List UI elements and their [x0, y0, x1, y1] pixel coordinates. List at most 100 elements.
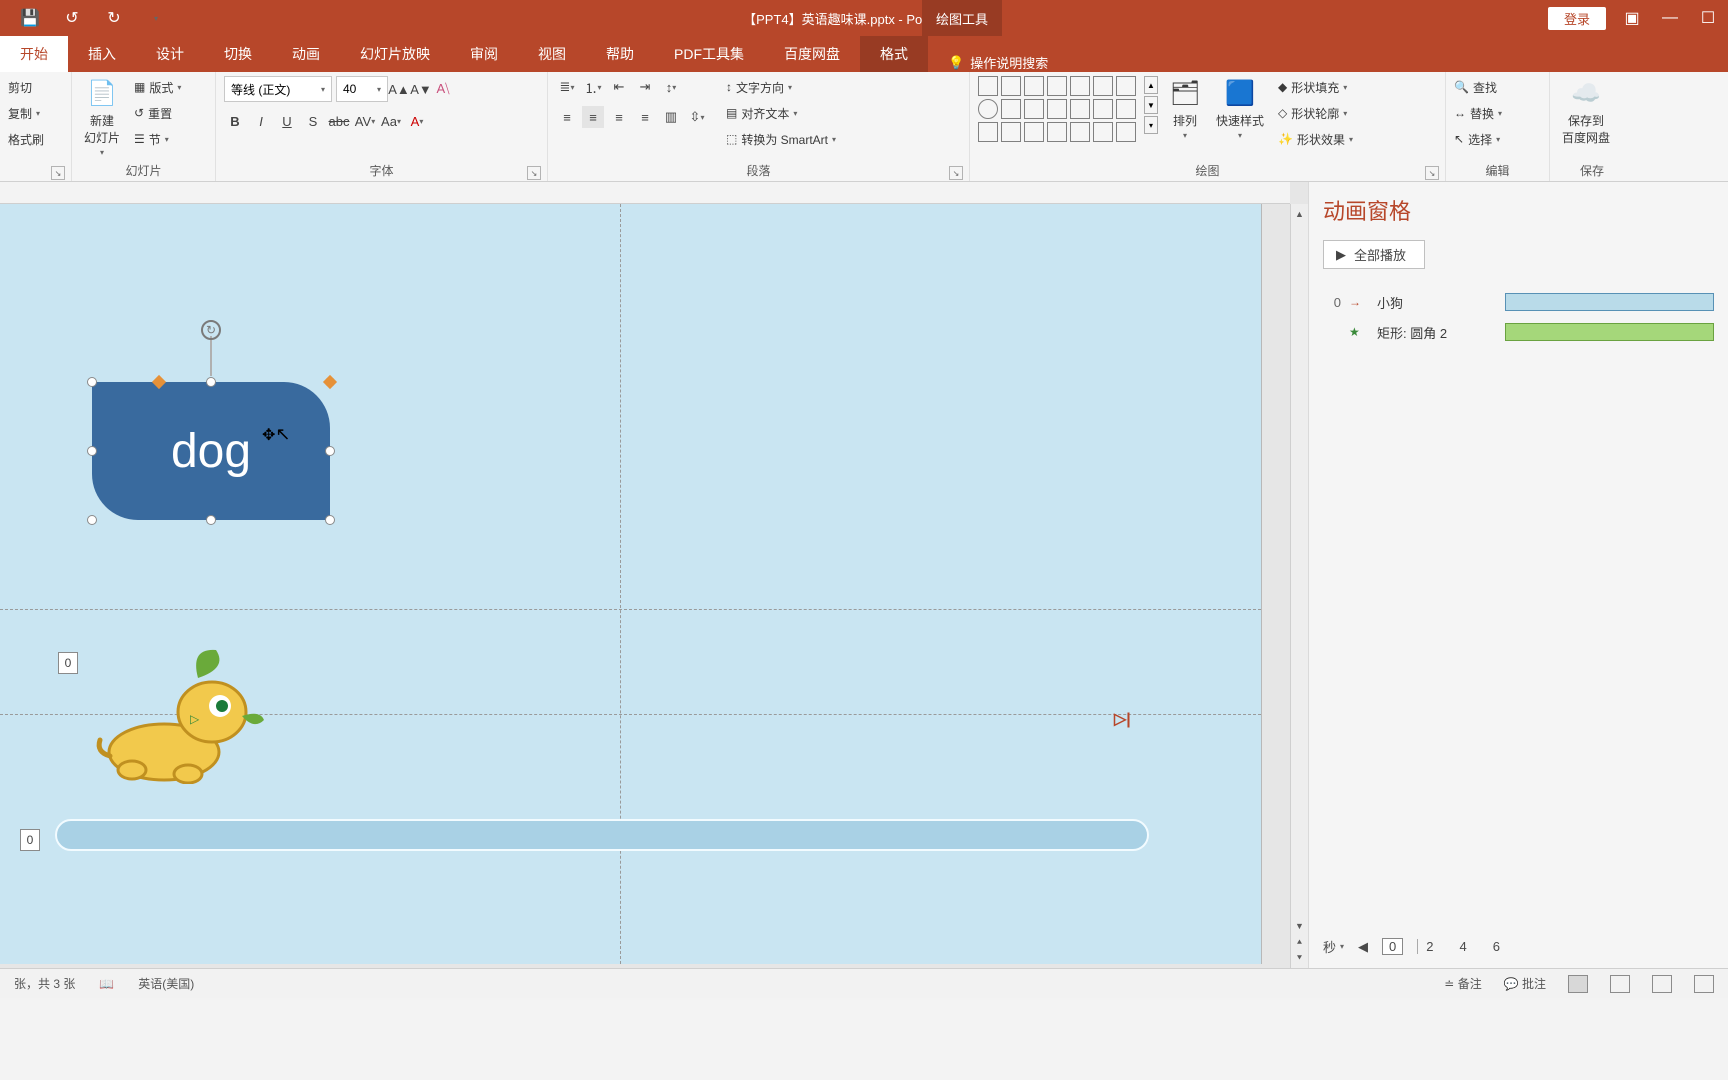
tab-help[interactable]: 帮助	[586, 36, 654, 72]
format-painter-button[interactable]: 格式刷	[8, 128, 44, 150]
shape-rounded-rect[interactable]: dog	[92, 382, 330, 520]
slide-area[interactable]: dog ✥↖ 0 0	[0, 182, 1308, 968]
view-reading-icon[interactable]	[1652, 975, 1672, 993]
handle-se[interactable]	[325, 515, 335, 525]
tab-review[interactable]: 审阅	[450, 36, 518, 72]
maximize-icon[interactable]: ☐	[1696, 6, 1720, 30]
timeline-unit-button[interactable]: 秒 ▾	[1323, 937, 1344, 956]
cartoon-dog-image[interactable]	[94, 644, 274, 784]
track-shape[interactable]	[55, 819, 1149, 851]
layout-button[interactable]: ▦ 版式 ▾	[134, 76, 181, 98]
timeline-prev-icon[interactable]: ◀	[1358, 939, 1368, 955]
section-button[interactable]: ☰ 节 ▾	[134, 128, 181, 150]
char-spacing-icon[interactable]: AV▾	[354, 110, 376, 132]
font-color-icon[interactable]: A▾	[406, 110, 428, 132]
shapes-gallery-nav[interactable]: ▲▼▾	[1144, 76, 1158, 134]
change-case-icon[interactable]: Aa▾	[380, 110, 402, 132]
view-normal-icon[interactable]	[1568, 975, 1588, 993]
handle-sw[interactable]	[87, 515, 97, 525]
replace-button[interactable]: ↔ 替换 ▾	[1454, 102, 1502, 124]
align-left-icon[interactable]: ≡	[556, 106, 578, 128]
quick-styles-button[interactable]: 🟦 快速样式▾	[1212, 76, 1268, 140]
shape-fill-button[interactable]: ◆ 形状填充 ▾	[1278, 76, 1353, 98]
text-direction-button[interactable]: ↕ 文字方向 ▾	[726, 76, 836, 98]
bullets-icon[interactable]: ≣▾	[556, 76, 578, 98]
view-slideshow-icon[interactable]	[1694, 975, 1714, 993]
clipboard-launcher-icon[interactable]: ↘	[51, 166, 65, 180]
tab-slideshow[interactable]: 幻灯片放映	[340, 36, 450, 72]
shapes-gallery[interactable]	[978, 76, 1136, 142]
handle-s[interactable]	[206, 515, 216, 525]
minimize-icon[interactable]: —	[1658, 6, 1682, 30]
align-text-button[interactable]: ▤ 对齐文本 ▾	[726, 102, 836, 124]
shadow-icon[interactable]: S	[302, 110, 324, 132]
animation-row-2[interactable]: ★ 矩形: 圆角 2	[1323, 317, 1714, 347]
selected-shape[interactable]: dog ✥↖	[92, 382, 330, 520]
new-slide-button[interactable]: 📄 新建 幻灯片 ▾	[80, 76, 124, 157]
italic-icon[interactable]: I	[250, 110, 272, 132]
vertical-scrollbar[interactable]: ▲ ▼ ⯅ ⯆	[1290, 204, 1308, 968]
cut-button[interactable]: 剪切	[8, 76, 44, 98]
strike-icon[interactable]: abc	[328, 110, 350, 132]
arrange-button[interactable]: 🗂 排列▾	[1164, 76, 1206, 140]
tab-format[interactable]: 格式	[860, 36, 928, 72]
font-launcher-icon[interactable]: ↘	[527, 166, 541, 180]
tell-me-search[interactable]: 💡 操作说明搜索	[948, 53, 1048, 72]
align-right-icon[interactable]: ≡	[608, 106, 630, 128]
convert-smartart-button[interactable]: ⬚ 转换为 SmartArt ▾	[726, 128, 836, 150]
grow-font-icon[interactable]: A▲	[388, 78, 410, 100]
animation-tag-2[interactable]: 0	[20, 829, 40, 851]
play-all-button[interactable]: ▶ 全部播放	[1323, 240, 1425, 269]
outdent-icon[interactable]: ⇤	[608, 76, 630, 98]
find-button[interactable]: 🔍 查找	[1454, 76, 1502, 98]
language-status[interactable]: 英语(美国)	[138, 975, 194, 992]
numbering-icon[interactable]: ⒈▾	[582, 76, 604, 98]
qat-more-icon[interactable]: ▾	[144, 6, 168, 30]
shape-outline-button[interactable]: ◇ 形状轮廓 ▾	[1278, 102, 1353, 124]
save-icon[interactable]: 💾	[18, 6, 42, 30]
indent-icon[interactable]: ⇥	[634, 76, 656, 98]
timeline-bar-2[interactable]	[1505, 323, 1714, 341]
timeline-ruler[interactable]: 2 4 6	[1417, 939, 1714, 954]
tab-animation[interactable]: 动画	[272, 36, 340, 72]
comments-button[interactable]: 💬 批注	[1504, 975, 1546, 992]
handle-n[interactable]	[206, 377, 216, 387]
drawing-launcher-icon[interactable]: ↘	[1425, 166, 1439, 180]
paragraph-launcher-icon[interactable]: ↘	[949, 166, 963, 180]
handle-e[interactable]	[325, 446, 335, 456]
tab-transition[interactable]: 切换	[204, 36, 272, 72]
undo-icon[interactable]: ↺	[60, 6, 84, 30]
slide-canvas[interactable]: dog ✥↖ 0 0	[0, 204, 1262, 964]
tab-home[interactable]: 开始	[0, 36, 68, 72]
reset-button[interactable]: ↺ 重置	[134, 102, 181, 124]
next-slide-icon[interactable]: ⯆	[1296, 950, 1303, 966]
tab-pdf[interactable]: PDF工具集	[654, 36, 764, 72]
timeline-current[interactable]: 0	[1382, 938, 1403, 955]
adjust-handle-2[interactable]	[323, 375, 337, 389]
view-sorter-icon[interactable]	[1610, 975, 1630, 993]
ribbon-display-icon[interactable]: ▣	[1620, 6, 1644, 30]
animation-row-1[interactable]: 0 → 小狗	[1323, 287, 1714, 317]
bold-icon[interactable]: B	[224, 110, 246, 132]
handle-w[interactable]	[87, 446, 97, 456]
tab-baidu[interactable]: 百度网盘	[764, 36, 860, 72]
handle-nw[interactable]	[87, 377, 97, 387]
clear-format-icon[interactable]: A⧹	[432, 78, 454, 100]
scroll-down-icon[interactable]: ▼	[1295, 918, 1304, 934]
save-baidu-button[interactable]: ☁️ 保存到 百度网盘	[1558, 76, 1614, 146]
tab-design[interactable]: 设计	[136, 36, 204, 72]
underline-icon[interactable]: U	[276, 110, 298, 132]
notes-button[interactable]: ≐ 备注	[1444, 975, 1481, 992]
align-center-icon[interactable]: ≡	[582, 106, 604, 128]
redo-icon[interactable]: ↻	[102, 6, 126, 30]
copy-button[interactable]: 复制 ▾	[8, 102, 44, 124]
horizontal-guide-1[interactable]	[0, 609, 1261, 610]
animation-tag-1[interactable]: 0	[58, 652, 78, 674]
select-button[interactable]: ↖ 选择 ▾	[1454, 128, 1502, 150]
tab-insert[interactable]: 插入	[68, 36, 136, 72]
prev-slide-icon[interactable]: ⯅	[1296, 934, 1303, 950]
line-spacing-icon[interactable]: ↕▾	[660, 76, 682, 98]
timeline-bar-1[interactable]	[1505, 293, 1714, 311]
rotate-handle[interactable]	[201, 320, 221, 340]
justify-icon[interactable]: ≡	[634, 106, 656, 128]
